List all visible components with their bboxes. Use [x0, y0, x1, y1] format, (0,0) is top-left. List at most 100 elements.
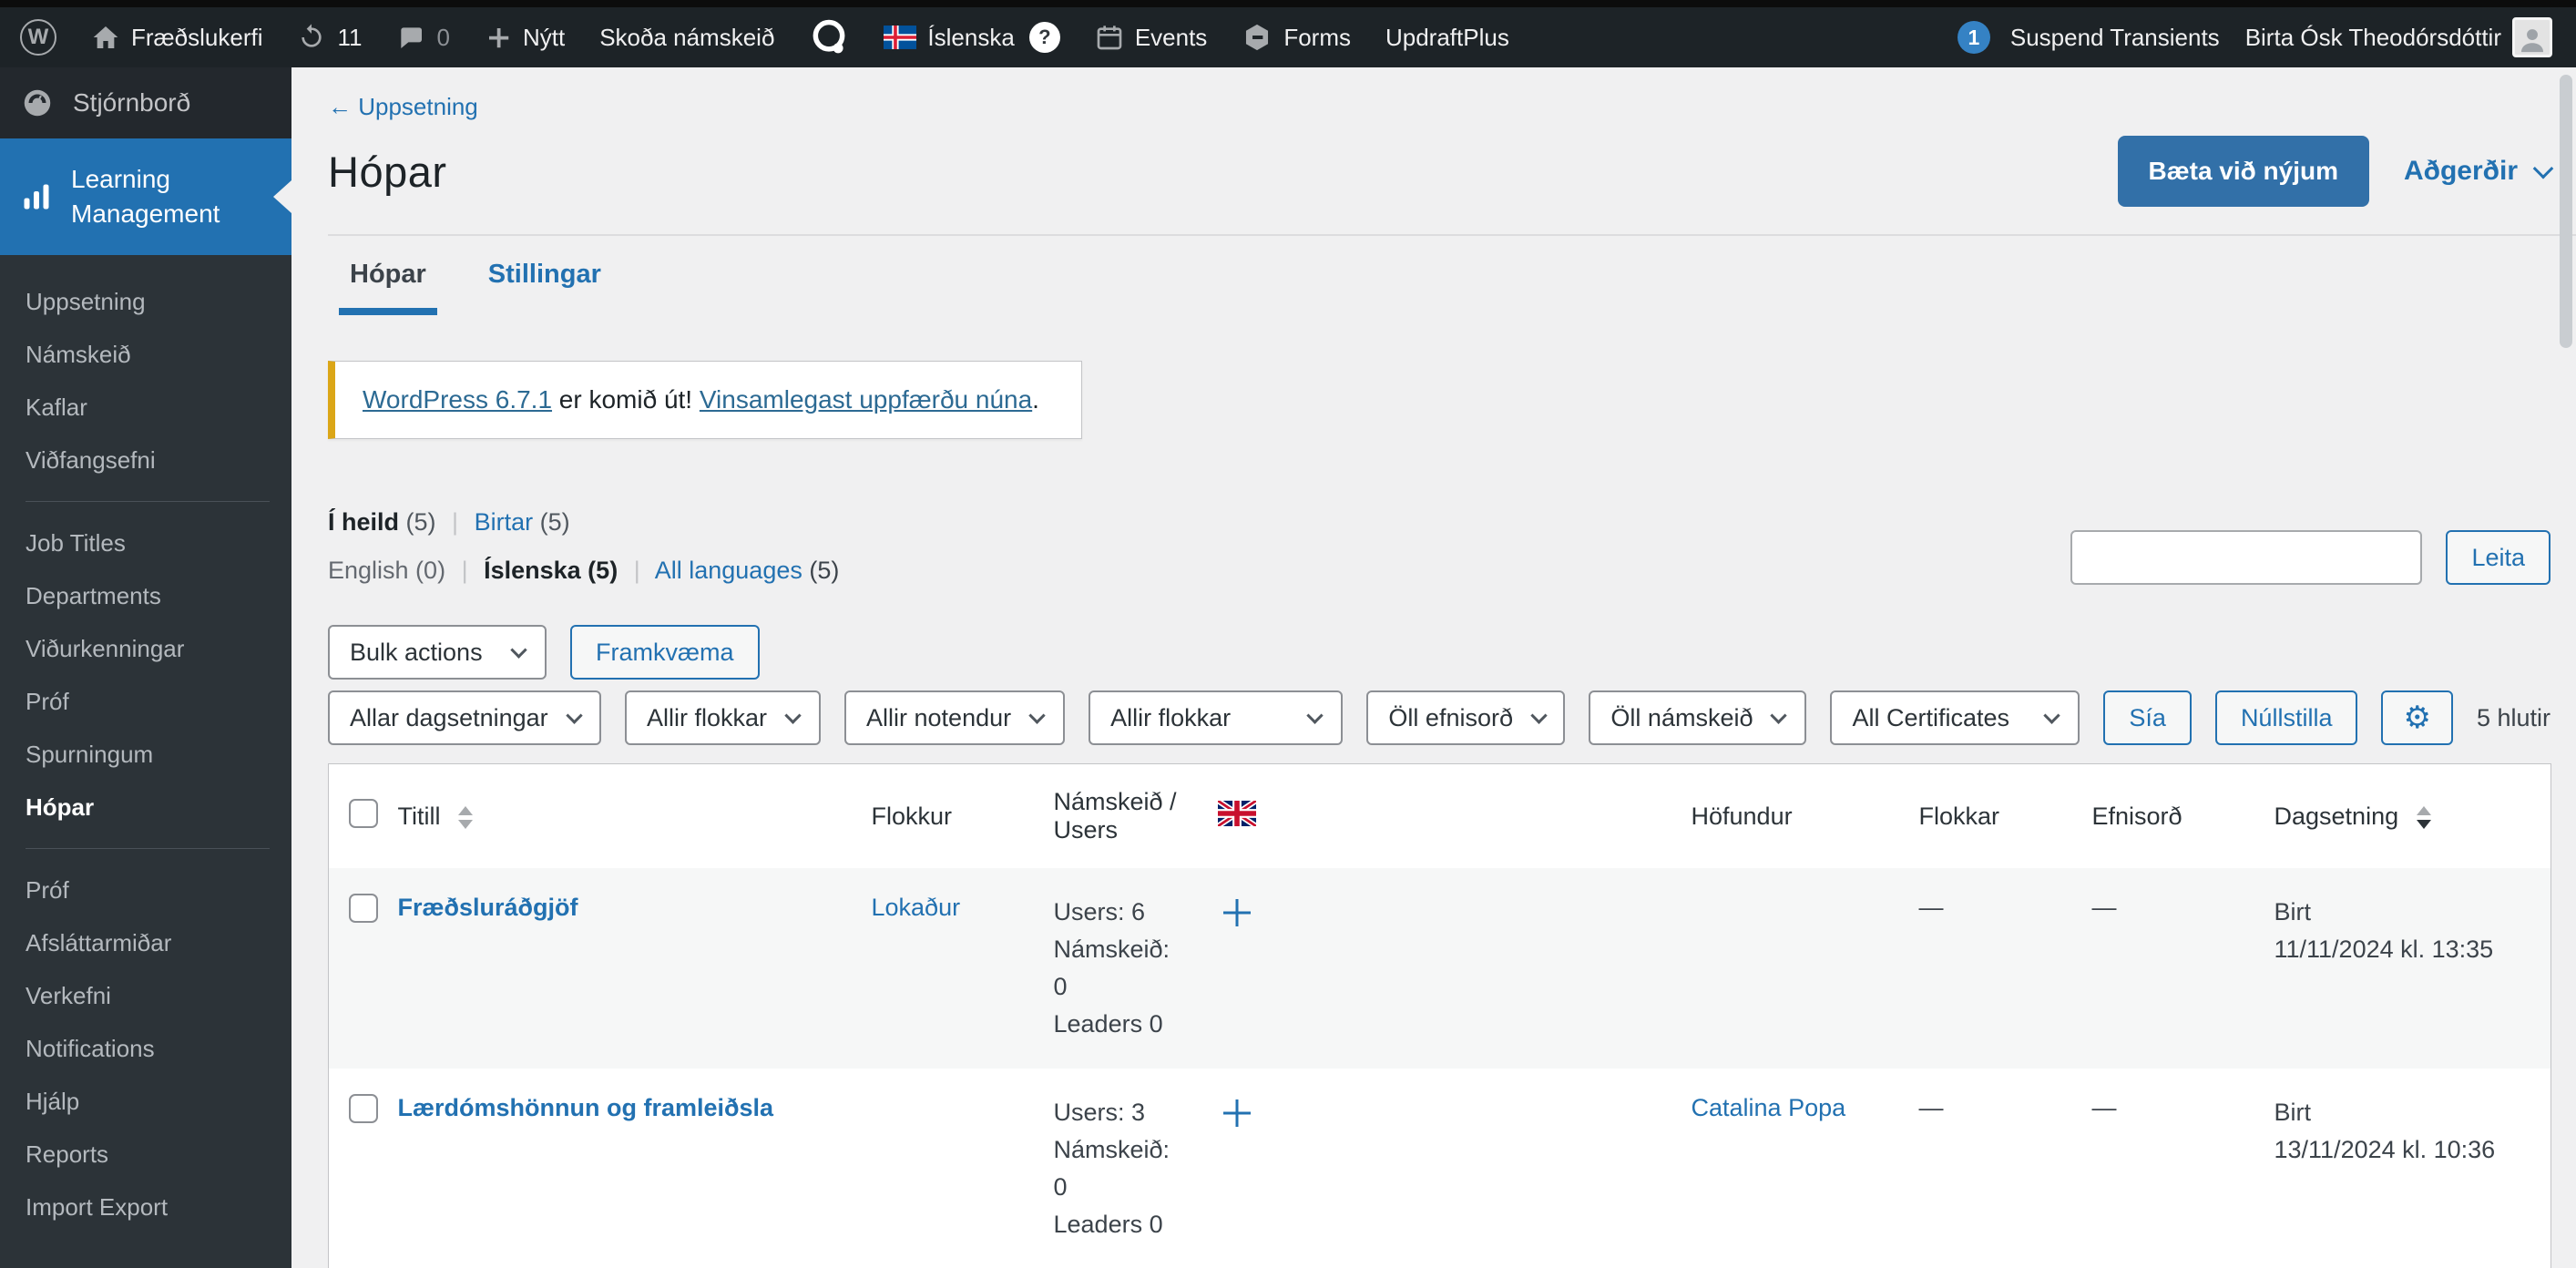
- filter-courses-select[interactable]: Öll námskeið: [1589, 690, 1807, 745]
- apply-button[interactable]: Framkvæma: [570, 625, 760, 680]
- chevron-down-icon: [2532, 158, 2554, 179]
- language-switcher[interactable]: Íslenska ?: [884, 22, 1060, 53]
- table-header-row: Titill Flokkur Námskeið / Users Höfundur…: [329, 764, 2551, 869]
- wordpress-menu-button[interactable]: W: [20, 19, 56, 56]
- filter-button[interactable]: Sía: [2103, 690, 2192, 745]
- sidebar-item-dashboard[interactable]: Stjórnborð: [0, 67, 291, 138]
- row-checkbox[interactable]: [349, 894, 378, 923]
- lm-submenu: Uppsetning Námskeið Kaflar Viðfangsefni …: [0, 255, 291, 1268]
- search-button[interactable]: Leita: [2446, 530, 2550, 585]
- view-courses-link[interactable]: Skoða námskeið: [599, 24, 774, 52]
- page-title: Hópar: [328, 147, 447, 196]
- group-date-cell: Birt 13/11/2024 kl. 10:36: [2274, 1099, 2496, 1163]
- column-header-date[interactable]: Dagsetning: [2260, 764, 2551, 869]
- sidebar-item-namskeid[interactable]: Námskeið: [0, 328, 291, 381]
- sidebar-item-departments[interactable]: Departments: [0, 569, 291, 622]
- forms-menu-button[interactable]: Forms: [1242, 22, 1351, 53]
- author-link[interactable]: Catalina Popa: [1692, 1094, 1846, 1121]
- capture-strip: [0, 0, 2576, 7]
- filter-category-select[interactable]: Allir flokkar: [625, 690, 822, 745]
- plus-icon: [1222, 1099, 1251, 1127]
- update-now-link[interactable]: Vinsamlegast uppfærðu núna: [700, 385, 1032, 414]
- scrollbar-thumb[interactable]: [2560, 75, 2572, 348]
- updates-button[interactable]: 11: [297, 23, 362, 52]
- sidebar-item-spurningum[interactable]: Spurningum: [0, 728, 291, 781]
- group-title-link[interactable]: Lærdómshönnun og framleiðsla: [398, 1094, 774, 1121]
- reset-button[interactable]: Núllstilla: [2214, 690, 2358, 745]
- filter-dates-select[interactable]: Allar dagsetningar: [328, 690, 601, 745]
- events-menu-button[interactable]: Events: [1095, 23, 1208, 52]
- admin-sidebar: Stjórnborð Learning Management Uppsetnin…: [0, 67, 291, 1268]
- user-account-menu[interactable]: Birta Ósk Theodórsdóttir: [2245, 17, 2552, 57]
- chevron-down-icon: [1530, 706, 1548, 724]
- chevron-down-icon: [565, 706, 583, 724]
- updraftplus-menu-button[interactable]: UpdraftPlus: [1385, 24, 1509, 52]
- sidebar-item-prof-2[interactable]: Próf: [0, 864, 291, 916]
- bar-chart-icon: [24, 184, 49, 210]
- column-header-courses-users: Námskeið / Users: [1053, 788, 1177, 844]
- group-title-link[interactable]: Fræðsluráðgjöf: [398, 894, 578, 921]
- sidebar-item-kaflar[interactable]: Kaflar: [0, 381, 291, 434]
- filter-users-select[interactable]: Allir notendur: [844, 690, 1066, 745]
- sidebar-item-learning-management[interactable]: Learning Management: [0, 138, 291, 255]
- group-tags-cell: —: [2091, 894, 2117, 921]
- wordpress-admin-screen: W Fræðslukerfi 11 0 Nýtt Skoða námskeið: [0, 0, 2576, 1268]
- events-label: Events: [1134, 23, 1208, 51]
- table-row: Lærdómshönnun og framleiðsla Users: 3 Nám…: [329, 1069, 2551, 1268]
- sidebar-item-notifications[interactable]: Notifications: [0, 1022, 291, 1075]
- select-all-checkbox[interactable]: [349, 798, 378, 828]
- tab-hopar[interactable]: Hópar: [339, 236, 437, 315]
- screen-options-button[interactable]: ⚙: [2381, 690, 2453, 745]
- sidebar-item-uppsetning[interactable]: Uppsetning: [0, 275, 291, 328]
- tab-stillingar[interactable]: Stillingar: [477, 236, 612, 315]
- sidebar-item-add-ons[interactable]: Add-ons: [0, 1264, 291, 1268]
- forms-label: Forms: [1283, 23, 1351, 51]
- lang-filter-all-link[interactable]: All languages: [655, 557, 802, 584]
- sidebar-item-hjalp[interactable]: Hjálp: [0, 1075, 291, 1128]
- admin-bar-right: 1 Suspend Transients Birta Ósk Theodórsd…: [1957, 17, 2552, 57]
- count-total-label[interactable]: Í heild: [328, 508, 399, 536]
- sidebar-item-hopar[interactable]: Hópar: [0, 781, 291, 833]
- row-checkbox[interactable]: [349, 1094, 378, 1123]
- wordpress-version-link[interactable]: WordPress 6.7.1: [363, 385, 552, 414]
- actions-dropdown[interactable]: Aðgerðir: [2404, 156, 2554, 187]
- sidebar-item-vidfangsefni[interactable]: Viðfangsefni: [0, 434, 291, 486]
- help-icon[interactable]: ?: [1028, 22, 1060, 53]
- bulk-actions-select[interactable]: Bulk actions: [328, 625, 547, 680]
- filter-category2-select[interactable]: Allir flokkar: [1089, 690, 1344, 745]
- lang-filter-icelandic[interactable]: Íslenska (5): [484, 557, 618, 584]
- suspend-transients-button[interactable]: 1 Suspend Transients: [1957, 21, 2220, 54]
- count-published-link[interactable]: Birtar: [475, 508, 534, 536]
- list-counts: Í heild (5) | Birtar (5) English (0) | Í…: [328, 508, 840, 584]
- updates-count: 11: [337, 23, 363, 51]
- language-label: Íslenska: [927, 23, 1015, 51]
- add-translation-button[interactable]: [1218, 894, 1256, 938]
- filter-tags-select[interactable]: Öll efnisorð: [1366, 690, 1566, 745]
- sidebar-item-reports[interactable]: Reports: [0, 1128, 291, 1181]
- back-to-uppsetning-link[interactable]: ← Uppsetning: [328, 93, 478, 121]
- lang-filter-english[interactable]: English (0): [328, 557, 445, 584]
- column-header-tags: Efnisorð: [2091, 802, 2182, 830]
- sidebar-item-job-titles[interactable]: Job Titles: [0, 516, 291, 569]
- groups-table-wrap: Titill Flokkur Námskeið / Users Höfundur…: [328, 763, 2551, 1268]
- sidebar-item-prof[interactable]: Próf: [0, 675, 291, 728]
- group-users-cell: Users: 3 Námskeið: 0 Leaders 0: [1053, 1099, 1170, 1238]
- new-content-button[interactable]: Nýtt: [485, 24, 565, 52]
- search-input[interactable]: [2070, 530, 2423, 585]
- add-new-button[interactable]: Bæta við nýjum: [2117, 136, 2369, 207]
- comments-button[interactable]: 0: [396, 23, 450, 52]
- filter-certificates-select[interactable]: All Certificates: [1830, 690, 2080, 745]
- lms-logo-icon: [813, 19, 845, 54]
- add-translation-button[interactable]: [1218, 1094, 1256, 1139]
- sidebar-item-vidurkenningar[interactable]: Viðurkenningar: [0, 622, 291, 675]
- page-scrollbar[interactable]: [2560, 75, 2574, 1259]
- lms-logo-button[interactable]: [809, 17, 849, 57]
- iceland-flag-icon: [884, 26, 917, 49]
- column-header-title[interactable]: Titill: [383, 764, 857, 869]
- sidebar-item-import-export[interactable]: Import Export: [0, 1181, 291, 1233]
- column-header-categories: Flokkar: [1918, 802, 2000, 830]
- sidebar-item-verkefni[interactable]: Verkefni: [0, 969, 291, 1022]
- site-home-link[interactable]: Fræðslukerfi: [91, 23, 262, 52]
- group-category-link[interactable]: Lokaður: [872, 894, 961, 921]
- sidebar-item-afslattarmidar[interactable]: Afsláttarmiðar: [0, 916, 291, 969]
